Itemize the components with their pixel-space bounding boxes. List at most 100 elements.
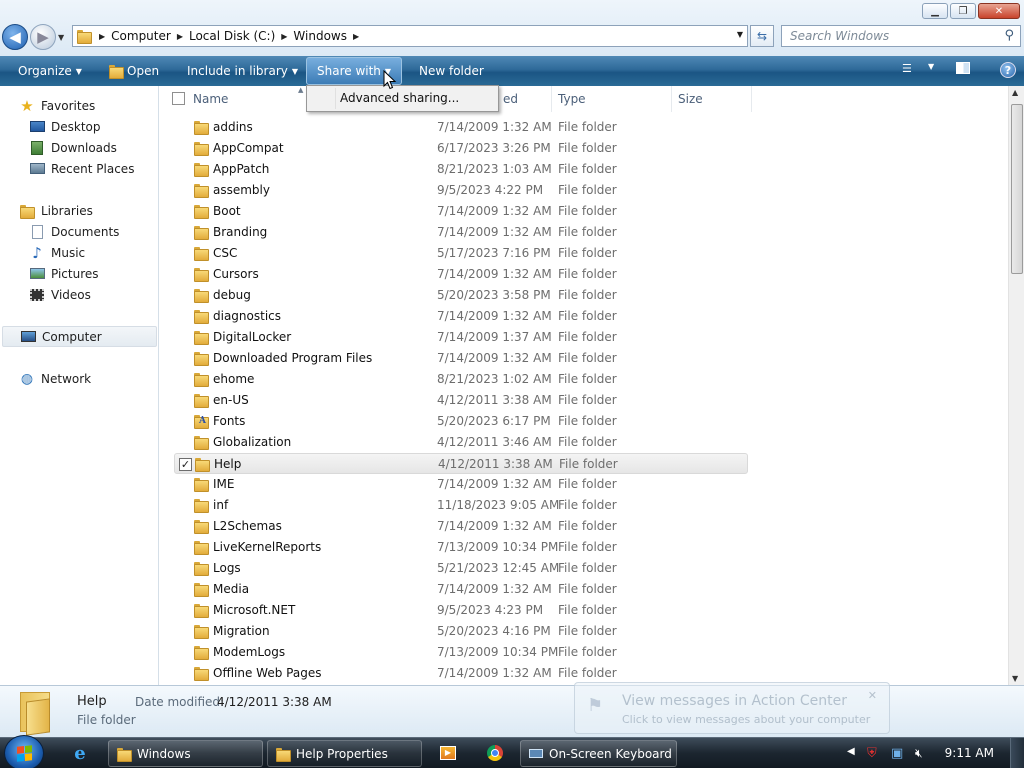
scroll-down-icon[interactable]: ▼	[1012, 674, 1018, 683]
file-row[interactable]: Branding 7/14/2009 1:32 AM File folder	[174, 222, 748, 243]
column-divider[interactable]	[751, 86, 752, 112]
file-row[interactable]: DigitalLocker 7/14/2009 1:37 AM File folde…	[174, 327, 748, 348]
show-desktop-button[interactable]	[1010, 738, 1024, 768]
file-name: inf	[213, 498, 229, 512]
file-row[interactable]: Globalization 4/12/2011 3:46 AM File folde…	[174, 432, 748, 453]
file-row[interactable]: CSC 5/17/2023 7:16 PM File folder	[174, 243, 748, 264]
show-hidden-icons-icon[interactable]: ◀	[847, 746, 855, 757]
file-row[interactable]: Boot 7/14/2009 1:32 AM File folder	[174, 201, 748, 222]
file-row[interactable]: assembly 9/5/2023 4:22 PM File folder	[174, 180, 748, 201]
breadcrumb-computer[interactable]: Computer	[105, 29, 177, 43]
file-row[interactable]: ModemLogs 7/13/2009 10:34 PM File folder	[174, 642, 748, 663]
nav-computer[interactable]: Computer	[2, 326, 157, 347]
folder-icon	[194, 540, 209, 555]
minimize-button[interactable]: ▁	[922, 3, 948, 19]
change-view-button[interactable]: ☰	[902, 62, 912, 75]
file-row[interactable]: ehome 8/21/2023 1:02 AM File folder	[174, 369, 748, 390]
scroll-up-icon[interactable]: ▲	[1012, 88, 1018, 97]
file-row[interactable]: IME 7/14/2009 1:32 AM File folder	[174, 474, 748, 495]
file-row[interactable]: inf 11/18/2023 9:05 AM File folder	[174, 495, 748, 516]
file-row-selected[interactable]: ✓ Help 4/12/2011 3:38 AM File folder	[174, 453, 748, 474]
help-icon[interactable]: ?	[1000, 62, 1016, 78]
internet-explorer-icon[interactable]: e	[70, 743, 90, 764]
file-row[interactable]: Offline Web Pages 7/14/2009 1:32 AM File f…	[174, 663, 748, 684]
view-options-dropdown[interactable]: ▼	[928, 62, 934, 71]
file-row[interactable]: A Fonts 5/20/2023 6:17 PM File folder	[174, 411, 748, 432]
taskbar-windows-explorer[interactable]: Windows	[108, 740, 263, 767]
file-type: File folder	[558, 141, 617, 155]
column-type[interactable]: Type	[558, 92, 586, 106]
history-dropdown-icon[interactable]: ▼	[58, 33, 64, 42]
advanced-sharing-menu-item[interactable]: Advanced sharing...	[340, 91, 459, 105]
file-row[interactable]: AppCompat 6/17/2023 3:26 PM File folder	[174, 138, 748, 159]
file-type: File folder	[558, 372, 617, 386]
file-name: L2Schemas	[213, 519, 282, 533]
volume-icon[interactable]: 🔇︎	[915, 746, 923, 761]
nav-network[interactable]: ◍ Network	[18, 368, 175, 389]
organize-button[interactable]: Organize ▼	[18, 62, 82, 80]
network-tray-icon[interactable]: ▣	[891, 746, 903, 761]
taskbar-on-screen-keyboard[interactable]: On-Screen Keyboard	[520, 740, 677, 767]
file-row[interactable]: diagnostics 7/14/2009 1:32 AM File folder	[174, 306, 748, 327]
column-name[interactable]: Name	[193, 92, 228, 106]
back-button[interactable]: ◀	[2, 24, 28, 50]
file-row[interactable]: en-US 4/12/2011 3:38 AM File folder	[174, 390, 748, 411]
nav-favorites[interactable]: ★ Favorites	[18, 95, 175, 116]
file-row[interactable]: Media 7/14/2009 1:32 AM File folder	[174, 579, 748, 600]
address-dropdown-icon[interactable]: ▼	[737, 30, 743, 39]
close-icon[interactable]: ✕	[868, 689, 877, 702]
action-center-notification[interactable]: ⚑ View messages in Action Center Click t…	[574, 682, 890, 734]
search-box[interactable]: ⚲	[781, 25, 1021, 47]
search-input[interactable]	[790, 29, 990, 43]
back-arrow-icon: ◀	[9, 28, 21, 46]
file-row[interactable]: addins 7/14/2009 1:32 AM File folder	[174, 117, 748, 138]
start-button[interactable]	[4, 735, 44, 768]
chrome-icon[interactable]	[485, 743, 505, 763]
action-center-icon[interactable]: ⛨	[867, 746, 877, 761]
breadcrumb-local-disk[interactable]: Local Disk (C:)	[183, 29, 281, 43]
column-date-modified[interactable]: ed	[503, 92, 518, 106]
file-row[interactable]: Downloaded Program Files 7/14/2009 1:32 A…	[174, 348, 748, 369]
file-row[interactable]: L2Schemas 7/14/2009 1:32 AM File folder	[174, 516, 748, 537]
folder-icon	[194, 372, 209, 387]
file-date-modified: 7/14/2009 1:32 AM	[437, 309, 552, 323]
nav-libraries[interactable]: Libraries	[18, 200, 175, 221]
column-divider[interactable]	[671, 86, 672, 112]
preview-pane-button[interactable]	[956, 62, 970, 74]
nav-favorites-label: Favorites	[41, 98, 96, 113]
new-folder-button[interactable]: New folder	[419, 62, 484, 80]
file-type: File folder	[558, 225, 617, 239]
include-in-library-button[interactable]: Include in library ▼	[187, 62, 298, 80]
row-checkbox[interactable]: ✓	[179, 458, 192, 471]
file-row[interactable]: LiveKernelReports 7/13/2009 10:34 PM File …	[174, 537, 748, 558]
file-row[interactable]: AppPatch 8/21/2023 1:03 AM File folder	[174, 159, 748, 180]
maximize-button[interactable]: ❐	[950, 3, 976, 19]
forward-button[interactable]: ▶	[30, 24, 56, 50]
file-row[interactable]: Cursors 7/14/2009 1:32 AM File folder	[174, 264, 748, 285]
folder-icon	[194, 603, 209, 618]
address-bar[interactable]: ▶ Computer ▶ Local Disk (C:) ▶ Windows ▶…	[72, 25, 748, 47]
scroll-thumb[interactable]	[1011, 104, 1023, 274]
taskbar-on-screen-keyboard-label: On-Screen Keyboard	[549, 746, 672, 761]
refresh-button[interactable]: ⇆	[750, 25, 774, 47]
media-player-icon[interactable]: ▶	[438, 743, 458, 763]
column-divider[interactable]	[551, 86, 552, 112]
share-with-menu: Advanced sharing...	[306, 85, 499, 112]
clock[interactable]: 9:11 AM	[945, 746, 994, 760]
file-row[interactable]: Microsoft.NET 9/5/2023 4:23 PM File folder	[174, 600, 748, 621]
file-row[interactable]: Logs 5/21/2023 12:45 AM File folder	[174, 558, 748, 579]
file-name: ehome	[213, 372, 255, 386]
vertical-scrollbar[interactable]: ▲ ▼	[1008, 86, 1024, 685]
file-row[interactable]: debug 5/20/2023 3:58 PM File folder	[174, 285, 748, 306]
file-name: Fonts	[213, 414, 246, 428]
file-row[interactable]: Migration 5/20/2023 4:16 PM File folder	[174, 621, 748, 642]
close-button[interactable]: ✕	[978, 3, 1020, 19]
breadcrumb-separator-icon[interactable]: ▶	[353, 32, 359, 41]
search-icon[interactable]: ⚲	[1004, 28, 1014, 43]
file-type: File folder	[558, 519, 617, 533]
breadcrumb-windows[interactable]: Windows	[287, 29, 353, 43]
taskbar-help-properties[interactable]: Help Properties	[267, 740, 422, 767]
open-button[interactable]: Open	[109, 62, 159, 80]
select-all-checkbox[interactable]	[172, 92, 185, 105]
column-size[interactable]: Size	[678, 92, 703, 106]
